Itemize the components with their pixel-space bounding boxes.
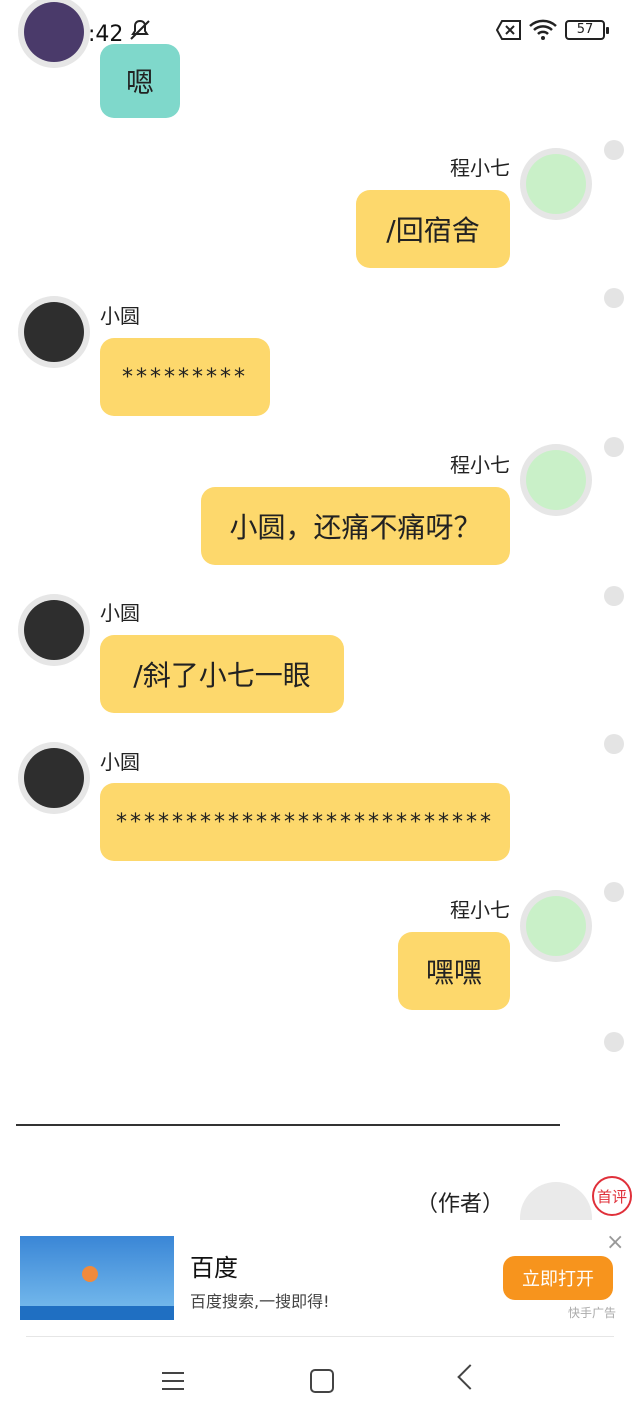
sender-name: 小圆 [100, 750, 140, 774]
avatar[interactable] [18, 742, 90, 814]
select-dot[interactable] [604, 882, 624, 902]
message-bubble[interactable]: ********* [100, 338, 270, 416]
avatar[interactable] [520, 444, 592, 516]
ad-description: 百度搜索,一搜即得! [190, 1292, 330, 1311]
select-dot[interactable] [604, 734, 624, 754]
ad-image-strip [20, 1306, 174, 1320]
ad-label: 快手广告 [568, 1306, 617, 1320]
ad-banner[interactable]: 百度 百度搜索,一搜即得! 立即打开 × 快手广告 [0, 1220, 640, 1338]
divider [16, 1124, 560, 1126]
avatar[interactable] [18, 296, 90, 368]
menu-icon[interactable] [162, 1372, 184, 1390]
select-dot[interactable] [604, 1032, 624, 1052]
back-icon[interactable] [457, 1364, 483, 1390]
message-bubble[interactable]: /回宿舍 [356, 190, 510, 268]
home-icon[interactable] [310, 1369, 334, 1393]
message-bubble[interactable]: 嘿嘿 [398, 932, 510, 1010]
ad-title[interactable]: 百度 [190, 1248, 238, 1283]
sender-name: 小圆 [100, 304, 140, 328]
system-nav-bar [0, 1340, 640, 1422]
ad-thumbnail[interactable] [20, 1236, 174, 1320]
battery-icon: 57 [565, 20, 609, 40]
mute-icon [130, 19, 150, 40]
sender-name: 程小七 [450, 156, 510, 180]
wifi-icon [529, 19, 557, 40]
author-label: （作者） [415, 1192, 504, 1217]
sender-name: 程小七 [450, 453, 510, 477]
select-dot[interactable] [604, 288, 624, 308]
message-bubble[interactable]: *************************** [100, 783, 510, 861]
ad-image-graphic [82, 1266, 98, 1282]
close-icon[interactable]: × [606, 1230, 624, 1255]
first-review-badge[interactable]: 首评 [592, 1176, 632, 1216]
select-dot[interactable] [604, 437, 624, 457]
message-bubble[interactable]: 嗯 [100, 44, 180, 118]
select-dot[interactable] [604, 586, 624, 606]
status-bar: 晚上9:42 57 [0, 0, 640, 60]
message-bubble[interactable]: /斜了小七一眼 [100, 635, 344, 713]
select-dot[interactable] [604, 140, 624, 160]
divider [26, 1336, 614, 1337]
ad-open-button[interactable]: 立即打开 [503, 1256, 613, 1300]
sender-name: 程小七 [450, 898, 510, 922]
avatar[interactable] [18, 594, 90, 666]
author-avatar[interactable] [520, 1182, 592, 1222]
no-sim-icon [496, 20, 521, 40]
message-bubble[interactable]: 小圆，还痛不痛呀？ [201, 487, 510, 565]
avatar[interactable] [520, 890, 592, 962]
sender-name: 小圆 [100, 601, 140, 625]
avatar[interactable] [520, 148, 592, 220]
